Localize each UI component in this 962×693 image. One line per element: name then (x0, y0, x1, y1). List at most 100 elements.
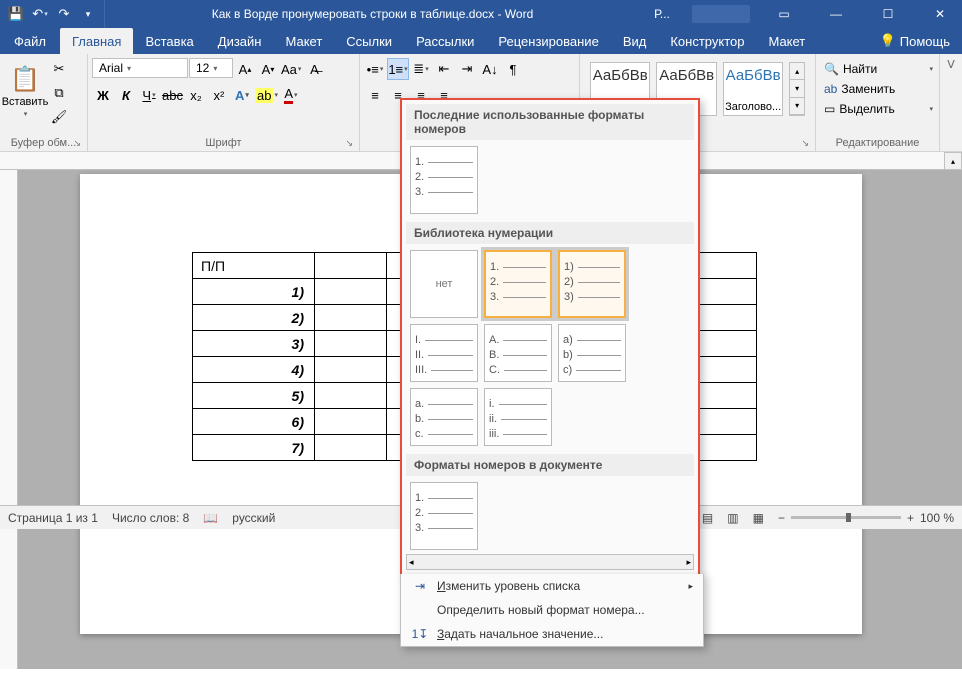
table-cell[interactable] (315, 331, 387, 357)
view-print-layout[interactable]: ▥ (727, 511, 738, 525)
grow-font-button[interactable]: A▴ (234, 58, 256, 80)
tab-home[interactable]: Главная (60, 28, 133, 54)
replace-button[interactable]: ab Заменить (824, 80, 933, 98)
save-icon[interactable]: 💾 (6, 4, 26, 24)
table-cell[interactable] (315, 357, 387, 383)
superscript-button[interactable]: x² (208, 84, 230, 106)
clipboard-dialog-launcher[interactable]: ↘ (73, 138, 81, 149)
text-effects-button[interactable]: A▾ (231, 84, 253, 106)
minimize-button[interactable]: — (814, 0, 858, 28)
set-start-value[interactable]: 1↧Задать начальное значение... (401, 622, 703, 646)
font-size-combo[interactable]: 12▾ (189, 58, 233, 78)
increase-indent-button[interactable]: ⇥ (456, 58, 478, 80)
bold-button[interactable]: Ж (92, 84, 114, 106)
qat-customize-icon[interactable]: ▾ (78, 4, 98, 24)
table-cell[interactable] (315, 409, 387, 435)
multilevel-button[interactable]: ≣▾ (410, 58, 432, 80)
subscript-button[interactable]: x₂ (185, 84, 207, 106)
ribbon-display-options[interactable]: Р... (640, 0, 684, 28)
close-button[interactable]: ✕ (918, 0, 962, 28)
table-cell[interactable] (315, 253, 387, 279)
font-dialog-launcher[interactable]: ↘ (345, 138, 353, 149)
highlight-button[interactable]: ab▾ (254, 84, 279, 106)
styles-dialog-launcher[interactable]: ↘ (801, 138, 809, 149)
numbering-thumb-roman-upper[interactable]: I. II. III. (410, 324, 478, 382)
tab-layout[interactable]: Макет (273, 28, 334, 54)
numbering-thumb-indoc-decimal[interactable]: 1. 2. 3. (410, 482, 478, 550)
status-words[interactable]: Число слов: 8 (112, 511, 189, 525)
table-cell[interactable]: 5) (193, 383, 315, 409)
copy-button[interactable]: ⧉ (48, 82, 70, 104)
zoom-in-button[interactable]: + (907, 511, 914, 525)
numbering-thumb-alpha-lower-paren[interactable]: a) b) c) (558, 324, 626, 382)
maximize-button[interactable]: ☐ (866, 0, 910, 28)
tab-review[interactable]: Рецензирование (486, 28, 610, 54)
redo-icon[interactable]: ↷ (54, 4, 74, 24)
tab-mailings[interactable]: Рассылки (404, 28, 486, 54)
strike-button[interactable]: abc (161, 84, 184, 106)
tab-table-layout[interactable]: Макет (756, 28, 817, 54)
table-cell[interactable] (315, 305, 387, 331)
change-case-button[interactable]: Aa▾ (280, 58, 302, 80)
tab-insert[interactable]: Вставка (133, 28, 205, 54)
table-cell[interactable] (315, 279, 387, 305)
change-list-level[interactable]: ⇥Изменить уровень списка▸ (401, 574, 703, 598)
numbering-thumb-decimal-dot[interactable]: 1. 2. 3. (484, 250, 552, 318)
decrease-indent-button[interactable]: ⇤ (433, 58, 455, 80)
table-cell[interactable] (315, 383, 387, 409)
tab-references[interactable]: Ссылки (334, 28, 404, 54)
numbering-thumb-roman-lower[interactable]: i. ii. iii. (484, 388, 552, 446)
numbering-thumb-decimal-paren[interactable]: 1) 2) 3) (558, 250, 626, 318)
sort-button[interactable]: A↓ (479, 58, 501, 80)
ribbon-options-icon[interactable]: ▭ (762, 0, 806, 28)
shrink-font-button[interactable]: A▾ (257, 58, 279, 80)
zoom-out-button[interactable]: − (778, 511, 785, 525)
table-cell[interactable]: 4) (193, 357, 315, 383)
view-read-mode[interactable]: ▤ (702, 511, 713, 525)
view-web-layout[interactable]: ▦ (753, 511, 764, 525)
tab-view[interactable]: Вид (611, 28, 659, 54)
paste-button[interactable]: 📋 Вставить ▾ (4, 58, 46, 120)
find-button[interactable]: 🔍 Найти▾ (824, 60, 933, 78)
format-painter-button[interactable]: 🖌 (48, 106, 70, 128)
status-language[interactable]: русский (232, 511, 275, 525)
table-cell[interactable]: 3) (193, 331, 315, 357)
show-marks-button[interactable]: ¶ (502, 58, 524, 80)
table-header-cell[interactable]: П/П (193, 253, 315, 279)
numbering-thumb-recent-decimal[interactable]: 1. 2. 3. (410, 146, 478, 214)
select-button[interactable]: ▭ Выделить▾ (824, 100, 933, 118)
italic-button[interactable]: К (115, 84, 137, 106)
define-new-format[interactable]: Определить новый формат номера... (401, 598, 703, 622)
font-family-combo[interactable]: Arial▾ (92, 58, 188, 78)
tab-design[interactable]: Дизайн (206, 28, 274, 54)
zoom-slider[interactable] (791, 516, 901, 519)
align-left-button[interactable]: ≡ (364, 84, 386, 106)
tab-tell-me[interactable]: 💡Помощь (868, 28, 962, 54)
status-page[interactable]: Страница 1 из 1 (8, 511, 98, 525)
table-cell[interactable]: 2) (193, 305, 315, 331)
styles-scroll[interactable]: ▴▾▾ (789, 62, 805, 116)
tab-file[interactable]: Файл (0, 28, 60, 54)
zoom-value[interactable]: 100 % (920, 511, 954, 525)
status-proofing-icon[interactable]: 📖 (203, 511, 218, 525)
undo-icon[interactable]: ↶▾ (30, 4, 50, 24)
zoom-control[interactable]: − + 100 % (778, 511, 954, 525)
table-cell[interactable]: 6) (193, 409, 315, 435)
font-color-button[interactable]: A▾ (280, 84, 302, 106)
cut-button[interactable]: ✂ (48, 58, 70, 80)
numbering-gallery-scrollbar[interactable]: ◂▸ (406, 554, 694, 570)
numbering-button[interactable]: 1≡▾ (387, 58, 409, 80)
bullets-button[interactable]: •≡▾ (364, 58, 386, 80)
numbering-thumb-alpha-lower-dot[interactable]: a. b. c. (410, 388, 478, 446)
numbering-thumb-alpha-upper[interactable]: A. B. C. (484, 324, 552, 382)
table-cell[interactable]: 7) (193, 435, 315, 461)
collapse-ribbon-button[interactable]: ᐯ (940, 54, 962, 151)
underline-button[interactable]: Ч▾ (138, 84, 160, 106)
vertical-ruler[interactable] (0, 170, 18, 669)
style-heading[interactable]: АаБбВвЗаголово... (723, 62, 783, 116)
table-cell[interactable]: 1) (193, 279, 315, 305)
table-cell[interactable] (315, 435, 387, 461)
tab-table-design[interactable]: Конструктор (658, 28, 756, 54)
scroll-up-button[interactable]: ▴ (944, 152, 962, 170)
clear-formatting-button[interactable]: A̶ (303, 58, 325, 80)
